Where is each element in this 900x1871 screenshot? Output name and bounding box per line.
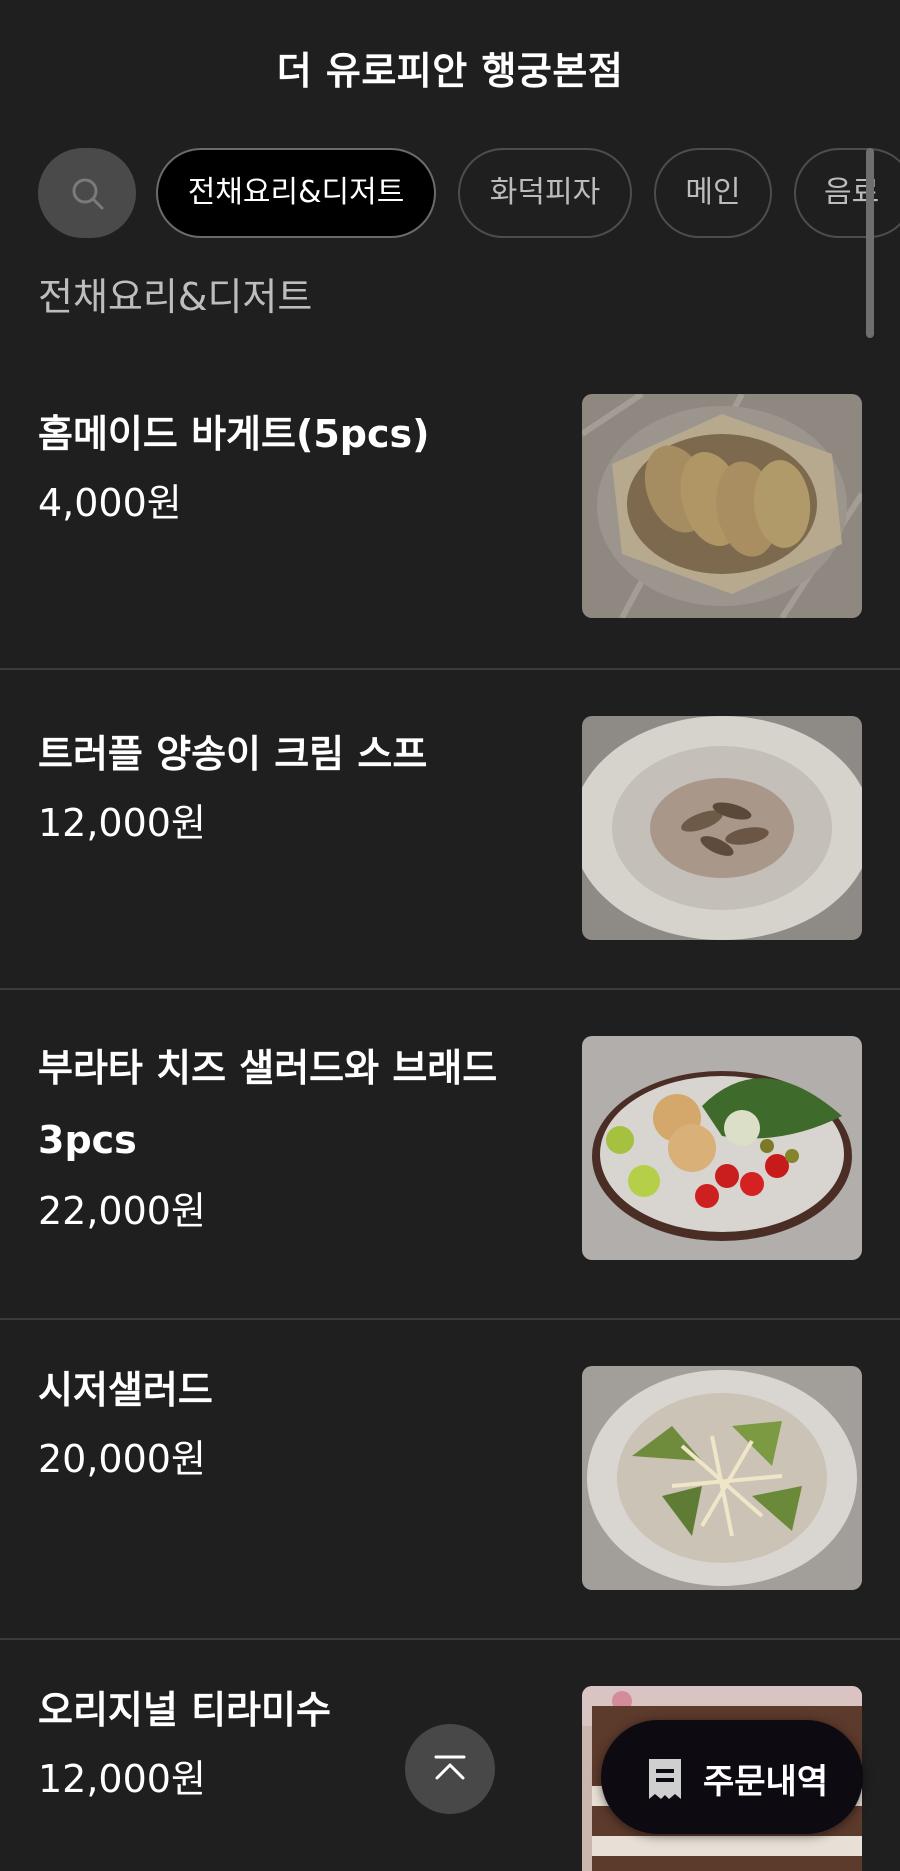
menu-page: 더 유로피안 행궁본점 전채요리&디저트 화덕피자 메인 음료 전채요리&디저트…	[0, 0, 900, 1871]
section-title: 전채요리&디저트	[38, 275, 313, 319]
scroll-to-top-button[interactable]	[405, 1724, 495, 1814]
tabs-scrollbar[interactable]	[866, 148, 874, 338]
menu-item[interactable]: 시저샐러드 20,000원	[0, 1320, 900, 1640]
category-tabs[interactable]: 전채요리&디저트 화덕피자 메인 음료	[38, 148, 900, 240]
menu-item[interactable]: 홈메이드 바게트(5pcs) 4,000원	[0, 358, 900, 670]
item-price: 22,000원	[38, 1189, 206, 1233]
item-price: 12,000원	[38, 801, 206, 845]
item-name: 시저샐러드	[38, 1368, 213, 1412]
tab-wood-fired-pizza[interactable]: 화덕피자	[458, 148, 632, 238]
item-price: 12,000원	[38, 1757, 206, 1801]
search-button[interactable]	[38, 148, 136, 238]
menu-item[interactable]: 부라타 치즈 샐러드와 브래드 3pcs 22,000원	[0, 990, 900, 1320]
tab-main[interactable]: 메인	[654, 148, 772, 238]
chevron-up-icon	[434, 1755, 466, 1780]
order-history-button[interactable]: 주문내역	[601, 1720, 863, 1834]
soup-photo[interactable]	[582, 716, 862, 940]
bread-photo[interactable]	[582, 394, 862, 618]
page-title: 더 유로피안 행궁본점	[276, 49, 624, 93]
search-icon	[72, 178, 104, 210]
menu-item[interactable]: 트러플 양송이 크림 스프 12,000원	[0, 670, 900, 990]
receipt-icon	[649, 1759, 681, 1799]
tab-appetizer-dessert[interactable]: 전채요리&디저트	[156, 148, 436, 238]
item-name: 트러플 양송이 크림 스프	[38, 732, 428, 776]
caesar-salad-photo[interactable]	[582, 1366, 862, 1590]
tab-drinks[interactable]: 음료	[794, 148, 900, 238]
item-name: 부라타 치즈 샐러드와 브래드 3pcs	[38, 1046, 498, 1162]
item-price: 4,000원	[38, 481, 182, 525]
order-history-label: 주문내역	[703, 1762, 829, 1802]
burrata-salad-photo[interactable]	[582, 1036, 862, 1260]
item-price: 20,000원	[38, 1437, 206, 1481]
item-name: 홈메이드 바게트(5pcs)	[38, 412, 430, 456]
